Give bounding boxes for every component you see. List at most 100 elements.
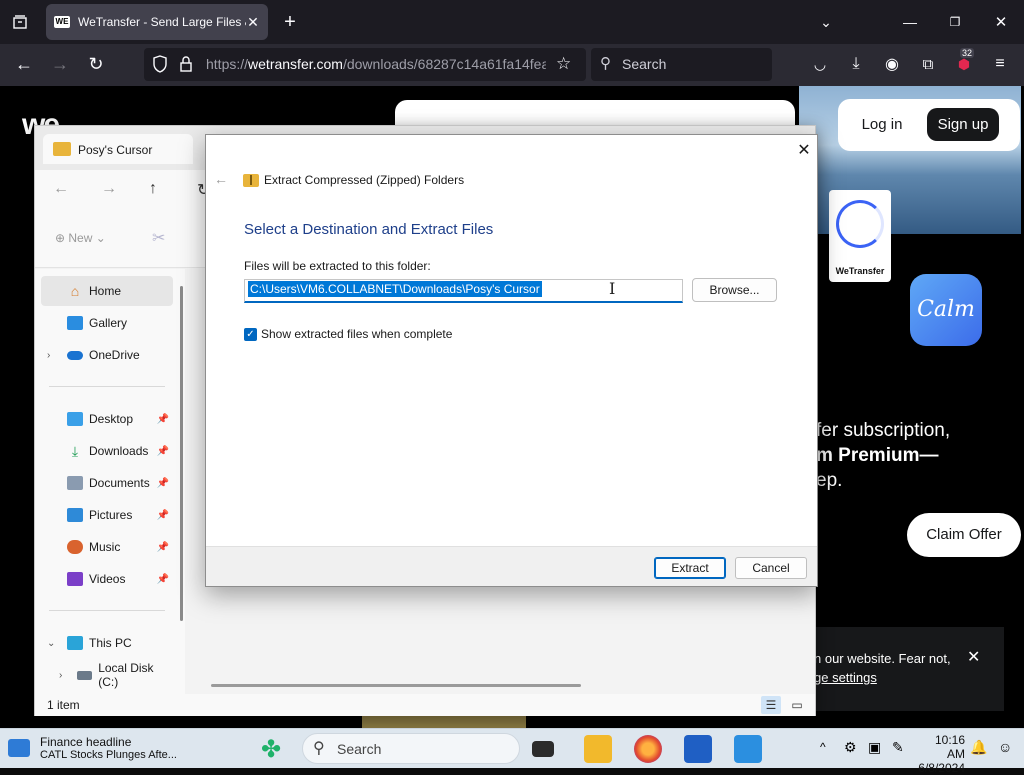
explorer-forward-icon[interactable]: → — [101, 180, 117, 198]
browse-button[interactable]: Browse... — [692, 278, 777, 302]
sidebar-item-music[interactable]: Music 📌 — [41, 532, 173, 562]
cut-icon[interactable]: ✂ — [152, 228, 165, 248]
wetransfer-favicon-icon: WE — [54, 16, 70, 28]
new-tab-icon[interactable]: + — [280, 11, 300, 33]
new-button[interactable]: ⊕ New ⌄ — [55, 231, 106, 245]
browser-tab-wetransfer[interactable]: WE WeTransfer - Send Large Files & ✕ — [46, 4, 268, 40]
sidebar-item-videos[interactable]: Videos 📌 — [41, 564, 173, 594]
dialog-back-icon[interactable]: ← — [214, 171, 228, 187]
web-search-input[interactable]: ⚲ Search — [591, 48, 772, 81]
reload-icon[interactable]: ↻ — [86, 54, 106, 74]
sidebar-scrollbar[interactable] — [180, 286, 183, 621]
cookie-settings-link[interactable]: ge settings — [814, 670, 877, 685]
cancel-button[interactable]: Cancel — [735, 557, 807, 579]
pin-icon: 📌 — [156, 445, 169, 457]
signup-button[interactable]: Sign up — [927, 108, 999, 141]
network-icon[interactable]: ▣ — [868, 739, 881, 756]
file-explorer-taskbar-icon[interactable] — [584, 735, 612, 763]
tiles-view-icon[interactable]: ▭ — [787, 696, 807, 714]
dialog-header-text: Extract Compressed (Zipped) Folders — [264, 173, 465, 187]
pocket-icon[interactable]: ◡ — [810, 54, 830, 74]
tab-close-icon[interactable]: ✕ — [246, 14, 260, 31]
task-view-icon[interactable] — [532, 741, 554, 757]
claim-offer-button[interactable]: Claim Offer — [907, 513, 1021, 557]
home-icon: ⌂ — [70, 283, 80, 299]
sidebar-item-documents[interactable]: Documents 📌 — [41, 468, 173, 498]
taskbar-search-icon: ⚲ — [313, 740, 325, 757]
onedrive-icon — [67, 350, 83, 360]
window-close-icon[interactable]: ✕ — [991, 12, 1011, 32]
explorer-back-icon[interactable]: ← — [53, 180, 69, 198]
login-button[interactable]: Log in — [850, 111, 914, 139]
extensions-badge: 32 — [960, 48, 975, 58]
sidebar-item-pictures[interactable]: Pictures 📌 — [41, 500, 173, 530]
sidebar-item-label: Downloads — [89, 444, 149, 458]
list-all-tabs-icon[interactable]: ⌄ — [816, 12, 836, 32]
ad-copy: fer subscription, m Premium— ep. — [816, 418, 950, 493]
shield-icon[interactable] — [152, 55, 168, 76]
minimize-icon[interactable]: — — [900, 12, 920, 32]
chevron-right-icon[interactable]: › — [59, 670, 62, 681]
news-text[interactable]: CATL Stocks Plunges Afte... — [40, 749, 177, 761]
clock[interactable]: 10:16 AM 6/8/2024 — [917, 733, 965, 775]
explorer-tab[interactable]: Posy's Cursor — [43, 134, 193, 164]
taskbar-search-input[interactable]: ⚲ Search — [302, 733, 520, 764]
downloads-toolbar-icon[interactable]: ⤓ — [846, 54, 866, 74]
start-icon[interactable]: ✤ — [261, 735, 281, 764]
pen-icon[interactable]: ✎ — [892, 739, 904, 756]
restore-icon[interactable]: ❐ — [945, 12, 965, 32]
forward-icon[interactable]: → — [50, 54, 70, 74]
news-title[interactable]: Finance headline — [40, 735, 131, 749]
extract-button[interactable]: Extract — [654, 557, 726, 579]
this-pc-icon — [67, 636, 83, 650]
pin-icon: 📌 — [156, 541, 169, 553]
sidebar-item-onedrive[interactable]: › OneDrive — [41, 340, 173, 370]
bookmark-star-icon[interactable]: ☆ — [556, 54, 571, 74]
chevron-down-icon[interactable]: ⌄ — [47, 638, 55, 649]
background-photo — [362, 716, 526, 728]
tray-app-icon[interactable]: ⚙ — [844, 739, 857, 756]
pictures-icon — [67, 508, 83, 522]
details-view-icon[interactable]: ☰ — [761, 696, 781, 714]
lock-icon[interactable] — [179, 55, 193, 76]
cookie-close-icon[interactable]: ✕ — [967, 647, 980, 667]
menu-icon[interactable]: ≡ — [990, 54, 1010, 74]
tab-overview-icon[interactable] — [10, 12, 30, 32]
user-tray-icon[interactable]: ☺ — [998, 739, 1012, 755]
sidebar-item-label: Home — [89, 284, 122, 298]
sidebar-item-this-pc[interactable]: ⌄ This PC — [41, 628, 173, 658]
sidebar-item-home[interactable]: ⌂ Home — [41, 276, 173, 306]
sidebar-item-desktop[interactable]: Desktop 📌 — [41, 404, 173, 434]
documents-icon — [67, 476, 83, 490]
ublock-icon[interactable]: ⬢ 32 — [954, 48, 975, 74]
browser-nav-bar: ← → ↻ https://wetransfer.com/downloads/6… — [0, 44, 1024, 86]
explorer-up-icon[interactable]: ↑ — [149, 180, 157, 198]
item-count: 1 item — [47, 698, 80, 712]
sidebar-item-downloads[interactable]: ⤓ Downloads 📌 — [41, 436, 173, 466]
extensions-icon[interactable]: ⧉ — [918, 54, 938, 74]
search-icon: ⚲ — [600, 55, 611, 72]
ad-line-3: ep. — [816, 470, 843, 491]
reader-taskbar-icon[interactable] — [684, 735, 712, 763]
back-icon[interactable]: ← — [14, 54, 34, 74]
explorer-status-bar: 1 item ☰ ▭ — [35, 694, 815, 716]
show-files-option[interactable]: ✓ Show extracted files when complete — [244, 327, 452, 341]
content-horizontal-scrollbar[interactable] — [211, 684, 581, 687]
news-widget-icon[interactable] — [8, 739, 30, 757]
sidebar-item-gallery[interactable]: Gallery — [41, 308, 173, 338]
notification-bell-icon[interactable]: 🔔 — [970, 739, 987, 756]
show-files-checkbox[interactable]: ✓ — [244, 327, 257, 341]
sidebar-item-label: Videos — [89, 572, 126, 586]
dialog-close-icon[interactable]: ✕ — [794, 141, 814, 161]
videos-icon — [67, 572, 83, 586]
chevron-right-icon[interactable]: › — [47, 350, 50, 361]
destination-path-input[interactable]: C:\Users\VM6.COLLABNET\Downloads\Posy's … — [244, 279, 683, 303]
account-icon[interactable]: ◉ — [882, 54, 902, 74]
photos-taskbar-icon[interactable] — [734, 735, 762, 763]
firefox-taskbar-icon[interactable] — [634, 735, 662, 763]
tray-chevron-icon[interactable]: ^ — [820, 740, 826, 754]
url-bar[interactable]: https://wetransfer.com/downloads/68287c1… — [144, 48, 586, 81]
text-cursor-icon: I — [609, 279, 616, 298]
sidebar-item-local-disk[interactable]: › Local Disk (C:) — [41, 660, 173, 690]
auth-box: Log in Sign up — [838, 99, 1020, 151]
